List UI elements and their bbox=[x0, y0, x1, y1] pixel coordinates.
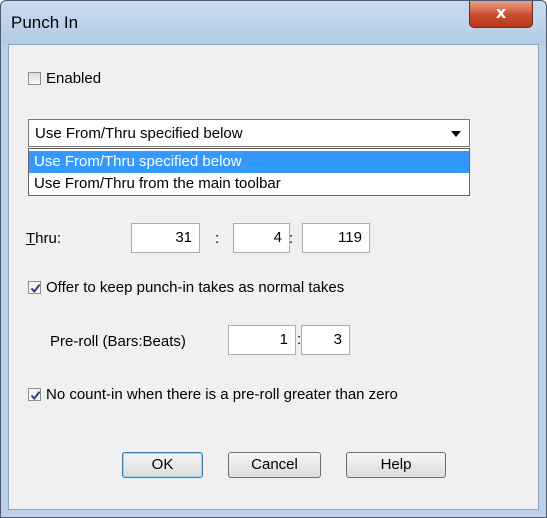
offer-keep-checkbox[interactable] bbox=[28, 281, 41, 294]
dialog-title: Punch In bbox=[11, 13, 79, 32]
preroll-beats-field[interactable]: 3 bbox=[301, 325, 350, 355]
mode-dropdown-list: Use From/Thru specified below Use From/T… bbox=[28, 148, 470, 196]
no-count-in-checkbox[interactable] bbox=[28, 388, 41, 401]
thru-separator: : bbox=[215, 230, 220, 247]
checkmark-icon bbox=[30, 284, 41, 294]
mode-dropdown[interactable]: Use From/Thru specified below bbox=[28, 119, 470, 147]
offer-keep-label[interactable]: Offer to keep punch-in takes as normal t… bbox=[46, 279, 344, 296]
cancel-button[interactable]: Cancel bbox=[228, 452, 321, 478]
thru-label: Thru: bbox=[26, 230, 62, 247]
enabled-label[interactable]: Enabled bbox=[46, 70, 101, 87]
chevron-down-icon[interactable] bbox=[451, 131, 461, 137]
thru-beat-field[interactable]: 4 bbox=[233, 223, 290, 253]
dropdown-option-specified-below[interactable]: Use From/Thru specified below bbox=[29, 151, 469, 173]
thru-separator: : bbox=[289, 230, 294, 247]
preroll-label: Pre-roll (Bars:Beats) bbox=[50, 333, 186, 350]
dialog-body bbox=[8, 44, 539, 510]
dropdown-option-main-toolbar[interactable]: Use From/Thru from the main toolbar bbox=[29, 173, 469, 195]
close-button[interactable]: x bbox=[469, 1, 533, 28]
enabled-checkbox[interactable] bbox=[28, 72, 41, 85]
ok-button[interactable]: OK bbox=[122, 452, 203, 478]
no-count-in-label[interactable]: No count-in when there is a pre-roll gre… bbox=[46, 386, 398, 403]
mode-dropdown-value: Use From/Thru specified below bbox=[35, 125, 243, 142]
checkmark-icon bbox=[30, 391, 41, 401]
thru-bar-field[interactable]: 31 bbox=[131, 223, 200, 253]
title-bar: Punch In x bbox=[1, 1, 546, 45]
thru-tick-field[interactable]: 119 bbox=[302, 223, 370, 253]
preroll-bars-field[interactable]: 1 bbox=[228, 325, 296, 355]
help-button[interactable]: Help bbox=[346, 452, 446, 478]
